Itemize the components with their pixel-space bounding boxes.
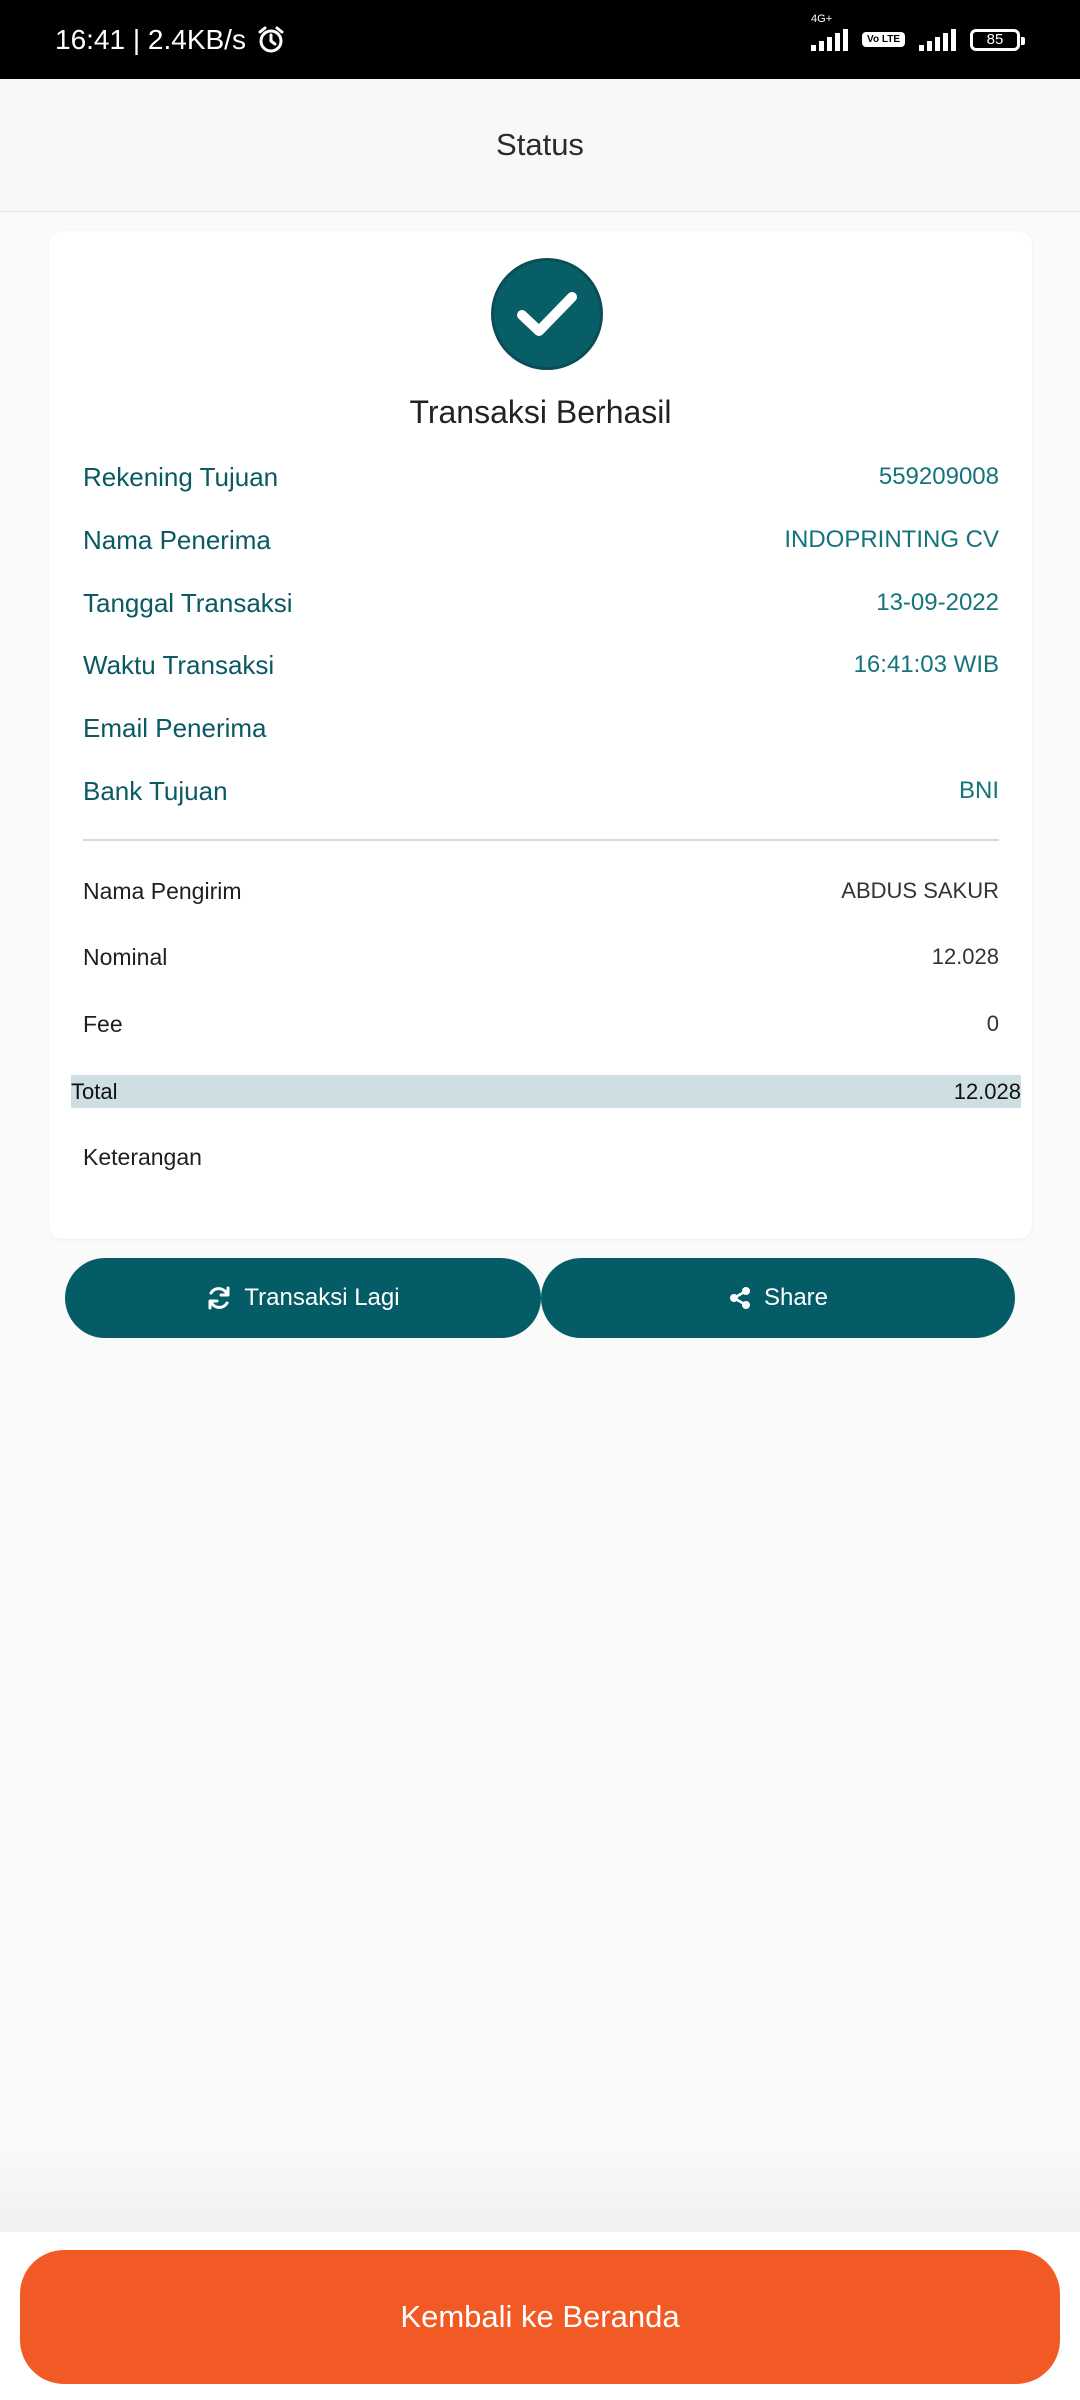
- summary-label: Nominal: [83, 943, 168, 970]
- kembali-ke-beranda-label: Kembali ke Beranda: [400, 2299, 680, 2334]
- total-value: 12.028: [953, 1078, 1021, 1104]
- detail-row-penerima: Nama Penerima INDOPRINTING CV: [83, 520, 999, 560]
- refresh-icon: [208, 1286, 230, 1310]
- battery-icon: 85: [970, 28, 1025, 51]
- transaksi-lagi-button[interactable]: Transaksi Lagi: [65, 1258, 541, 1338]
- page-title: Status: [496, 127, 584, 162]
- detail-value: BNI: [958, 777, 999, 804]
- volte-icon: Vo LTE: [862, 32, 905, 47]
- share-label: Share: [763, 1284, 829, 1311]
- detail-value: 16:41:03 WIB: [853, 651, 999, 678]
- success-title: Transaksi Berhasil: [409, 394, 672, 430]
- detail-label: Rekening Tujuan: [83, 461, 279, 492]
- success-check-icon: [491, 258, 603, 370]
- summary-value: 0: [986, 1011, 999, 1036]
- total-label: Total: [71, 1078, 118, 1104]
- detail-label: Tanggal Transaksi: [83, 587, 293, 618]
- detail-label: Waktu Transaksi: [83, 649, 275, 680]
- app-header: Status: [0, 79, 1080, 212]
- summary-row-nominal: Nominal 12.028: [83, 937, 999, 977]
- detail-label: Nama Penerima: [83, 524, 271, 555]
- summary-row-keterangan: Keterangan: [83, 1137, 999, 1177]
- summary-row-total: Total 12.028: [71, 1075, 1021, 1108]
- share-button[interactable]: Share: [541, 1258, 1015, 1338]
- detail-row-rekening: Rekening Tujuan 559209008: [83, 457, 999, 497]
- battery-level: 85: [986, 31, 1004, 48]
- signal-icon-2: [919, 28, 956, 51]
- detail-value: INDOPRINTING CV: [784, 526, 999, 553]
- detail-label: Email Penerima: [83, 712, 267, 743]
- status-bar: 16:41 | 2.4KB/s 4G+ Vo LTE 85: [0, 0, 1080, 79]
- summary-label: Nama Pengirim: [83, 877, 242, 904]
- detail-label: Bank Tujuan: [83, 775, 228, 806]
- detail-value: 13-09-2022: [876, 589, 999, 616]
- receipt-card: Transaksi Berhasil Rekening Tujuan 55920…: [49, 231, 1032, 1239]
- network-type-label: 4G+: [811, 12, 833, 25]
- detail-row-waktu: Waktu Transaksi 16:41:03 WIB: [83, 645, 999, 685]
- detail-value: 559209008: [878, 463, 999, 490]
- summary-row-fee: Fee 0: [83, 1004, 999, 1044]
- signal-icon: 4G+: [811, 13, 849, 51]
- summary-row-pengirim: Nama Pengirim ABDUS SAKUR: [83, 871, 999, 911]
- check-icon: [517, 292, 577, 336]
- kembali-ke-beranda-button[interactable]: Kembali ke Beranda: [20, 2250, 1060, 2384]
- detail-row-email: Email Penerima: [83, 708, 999, 748]
- transaksi-lagi-label: Transaksi Lagi: [244, 1284, 400, 1311]
- detail-row-bank: Bank Tujuan BNI: [83, 771, 999, 811]
- detail-row-tanggal: Tanggal Transaksi 13-09-2022: [83, 583, 999, 623]
- bottom-fade: [0, 2140, 1080, 2232]
- alarm-icon: [258, 26, 284, 52]
- share-icon: [729, 1287, 750, 1309]
- divider: [83, 839, 999, 841]
- summary-value: ABDUS SAKUR: [841, 878, 999, 903]
- summary-label: Fee: [83, 1010, 123, 1037]
- summary-value: 12.028: [931, 944, 999, 969]
- status-time: 16:41 | 2.4KB/s: [55, 23, 246, 55]
- summary-label: Keterangan: [83, 1143, 202, 1170]
